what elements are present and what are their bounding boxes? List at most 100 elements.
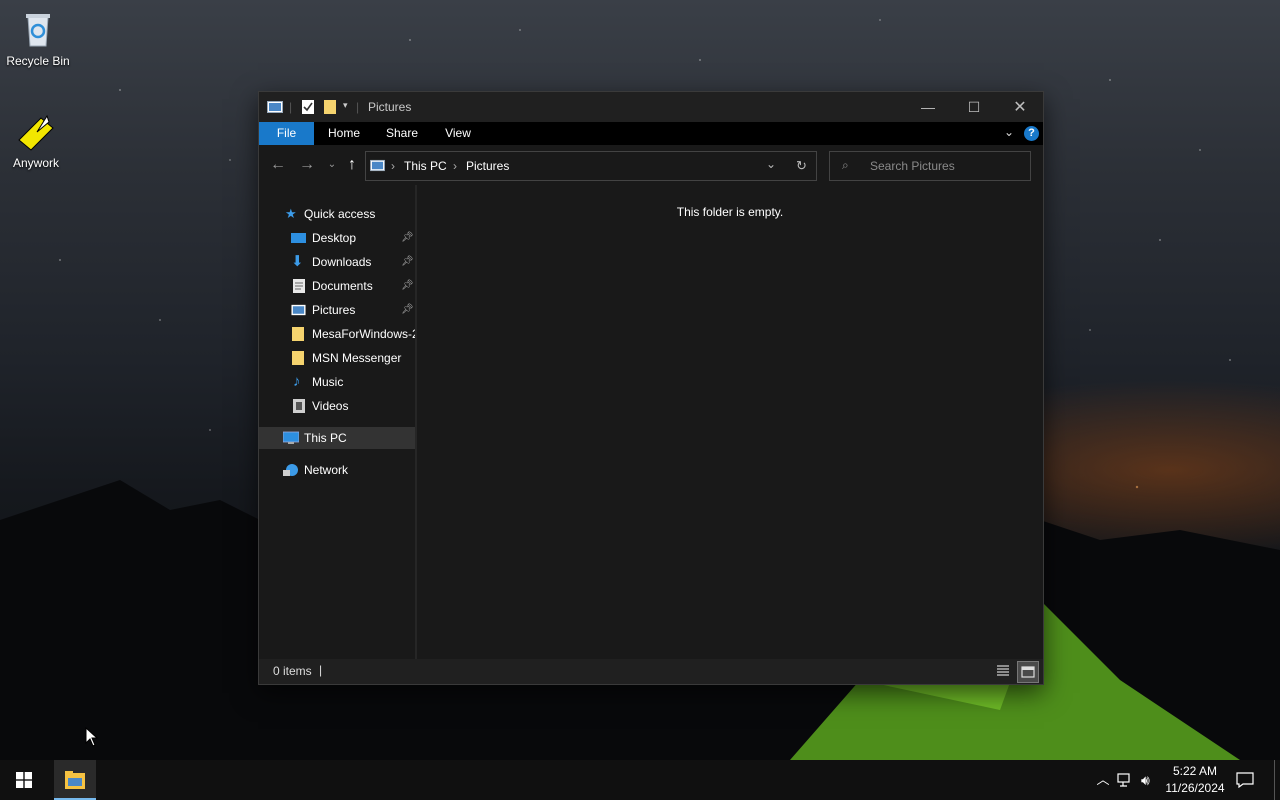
nav-item-label: Pictures: [312, 303, 356, 317]
desktop-icon-recycle-bin[interactable]: Recycle Bin: [0, 8, 76, 68]
breadcrumb-this-pc[interactable]: This PC: [404, 159, 447, 173]
desktop-icon-anywork[interactable]: Anywork: [0, 110, 74, 170]
folder-icon: [292, 327, 304, 341]
separator: |: [319, 663, 323, 677]
anywork-icon: [18, 114, 54, 151]
music-note-icon: ♪: [293, 373, 301, 390]
expand-ribbon-chevron-icon[interactable]: ⌄: [1004, 125, 1014, 139]
volume-icon[interactable]: 🔊︎: [1141, 760, 1161, 800]
tab-home[interactable]: Home: [321, 122, 367, 145]
empty-folder-message: This folder is empty.: [676, 205, 784, 219]
file-explorer-window: | ▾ | Pictures — ☐ ✕ File Home Share Vie…: [258, 91, 1044, 685]
desktop-folder-icon: [291, 233, 306, 243]
clock[interactable]: 5:22 AM 11/26/2024: [1164, 760, 1226, 800]
status-bar: 0 items |: [259, 659, 1043, 684]
action-center-icon[interactable]: [1236, 760, 1260, 800]
start-button[interactable]: [0, 760, 48, 800]
tab-view[interactable]: View: [435, 122, 481, 145]
star-icon: ★: [285, 206, 297, 221]
pin-icon: 📌︎: [401, 256, 414, 267]
taskbar-file-explorer[interactable]: [54, 760, 96, 800]
nav-item-label: This PC: [304, 431, 347, 445]
nav-item-documents[interactable]: Documents 📌︎: [259, 275, 415, 297]
desktop-icon-label: Recycle Bin: [6, 54, 70, 68]
nav-item-desktop[interactable]: Desktop 📌︎: [259, 227, 415, 249]
nav-item-label: MSN Messenger: [312, 351, 402, 365]
show-desktop-button[interactable]: [1274, 760, 1280, 800]
up-arrow-icon[interactable]: ↑: [341, 154, 363, 176]
folder-icon: [292, 351, 304, 365]
minimize-button[interactable]: —: [905, 92, 951, 122]
pin-icon: 📌︎: [401, 304, 414, 315]
network-icon: [283, 464, 298, 476]
ribbon-tabs: File Home Share View ⌄ ?: [259, 122, 1043, 145]
desktop-icon-label: Anywork: [12, 156, 59, 170]
navigation-pane: ★ Quick access Desktop 📌︎ ⬇ Downloads 📌︎…: [259, 185, 417, 659]
nav-item-this-pc[interactable]: This PC: [259, 427, 415, 449]
navigation-bar: ← → ⌄ ↑ › This PC › Pictures ⌄ ↻ ⌕ Searc…: [259, 145, 1043, 185]
separator: |: [356, 100, 360, 114]
nav-item-label: Documents: [312, 279, 373, 293]
nav-item-label: Downloads: [312, 255, 372, 269]
taskbar: ︿ 🔊︎ 5:22 AM 11/26/2024: [0, 760, 1280, 800]
separator: |: [289, 100, 293, 114]
tab-share[interactable]: Share: [379, 122, 425, 145]
refresh-icon[interactable]: ↻: [796, 158, 807, 174]
large-icons-view-icon[interactable]: [1017, 661, 1039, 683]
nav-item-label: Desktop: [312, 231, 357, 245]
nav-item-pictures[interactable]: Pictures 📌︎: [259, 299, 415, 321]
close-button[interactable]: ✕: [997, 92, 1043, 122]
nav-item-msn-messenger[interactable]: MSN Messenger: [259, 347, 415, 369]
new-folder-icon[interactable]: [323, 99, 337, 115]
nav-item-videos[interactable]: Videos: [259, 395, 415, 417]
window-title: Pictures: [368, 100, 412, 114]
windows-logo-icon: [16, 772, 32, 788]
nav-item-downloads[interactable]: ⬇ Downloads 📌︎: [259, 251, 415, 273]
pictures-folder-icon: [267, 101, 283, 113]
nav-item-label: MesaForWindows-2: [312, 327, 417, 341]
search-box[interactable]: ⌕ Search Pictures: [829, 151, 1031, 181]
nav-item-label: Network: [304, 463, 349, 477]
help-icon[interactable]: ?: [1024, 126, 1039, 141]
breadcrumb-separator-icon: ›: [391, 159, 395, 173]
address-bar[interactable]: › This PC › Pictures ⌄ ↻: [365, 151, 817, 181]
nav-item-music[interactable]: ♪ Music: [259, 371, 415, 393]
search-placeholder: Search Pictures: [870, 159, 955, 173]
breadcrumb-separator-icon: ›: [453, 159, 457, 173]
properties-icon[interactable]: [301, 99, 315, 115]
address-history-chevron-icon[interactable]: ⌄: [766, 157, 776, 171]
videos-icon: [293, 399, 305, 413]
qat-customize-chevron-icon[interactable]: ▾: [343, 100, 348, 111]
maximize-button[interactable]: ☐: [951, 92, 997, 122]
download-arrow-icon: ⬇: [291, 253, 304, 270]
pictures-folder-icon: [370, 159, 385, 172]
item-count: 0 items: [273, 664, 312, 678]
search-icon: ⌕: [842, 158, 849, 172]
show-hidden-icons-chevron-icon[interactable]: ︿: [1094, 760, 1112, 800]
recent-locations-chevron-icon[interactable]: ⌄: [321, 154, 343, 176]
nav-item-label: Music: [312, 375, 344, 389]
breadcrumb-pictures[interactable]: Pictures: [466, 159, 509, 173]
title-bar[interactable]: | ▾ | Pictures — ☐ ✕: [259, 92, 1043, 122]
file-explorer-icon: [65, 771, 85, 789]
mouse-cursor-icon: [85, 727, 99, 747]
pin-icon: 📌︎: [401, 280, 414, 291]
clock-time: 5:22 AM: [1172, 764, 1218, 778]
forward-arrow-icon[interactable]: →: [296, 154, 318, 176]
back-arrow-icon[interactable]: ←: [267, 154, 289, 176]
pictures-folder-icon: [291, 304, 306, 316]
details-view-icon[interactable]: [995, 663, 1011, 679]
tab-file[interactable]: File: [259, 122, 314, 145]
pin-icon: 📌︎: [401, 232, 414, 243]
computer-icon: [283, 431, 299, 444]
nav-item-label: Videos: [312, 399, 349, 413]
recycle-bin-icon: [26, 14, 50, 47]
nav-item-label: Quick access: [304, 207, 376, 221]
network-status-icon[interactable]: [1117, 760, 1137, 800]
nav-item-quick-access[interactable]: ★ Quick access: [259, 203, 415, 225]
documents-icon: [293, 279, 305, 293]
nav-item-mesaforwindows[interactable]: MesaForWindows-2: [259, 323, 415, 345]
file-list-area[interactable]: This folder is empty.: [417, 185, 1043, 659]
clock-date: 11/26/2024: [1165, 781, 1225, 795]
nav-item-network[interactable]: Network: [259, 459, 415, 481]
